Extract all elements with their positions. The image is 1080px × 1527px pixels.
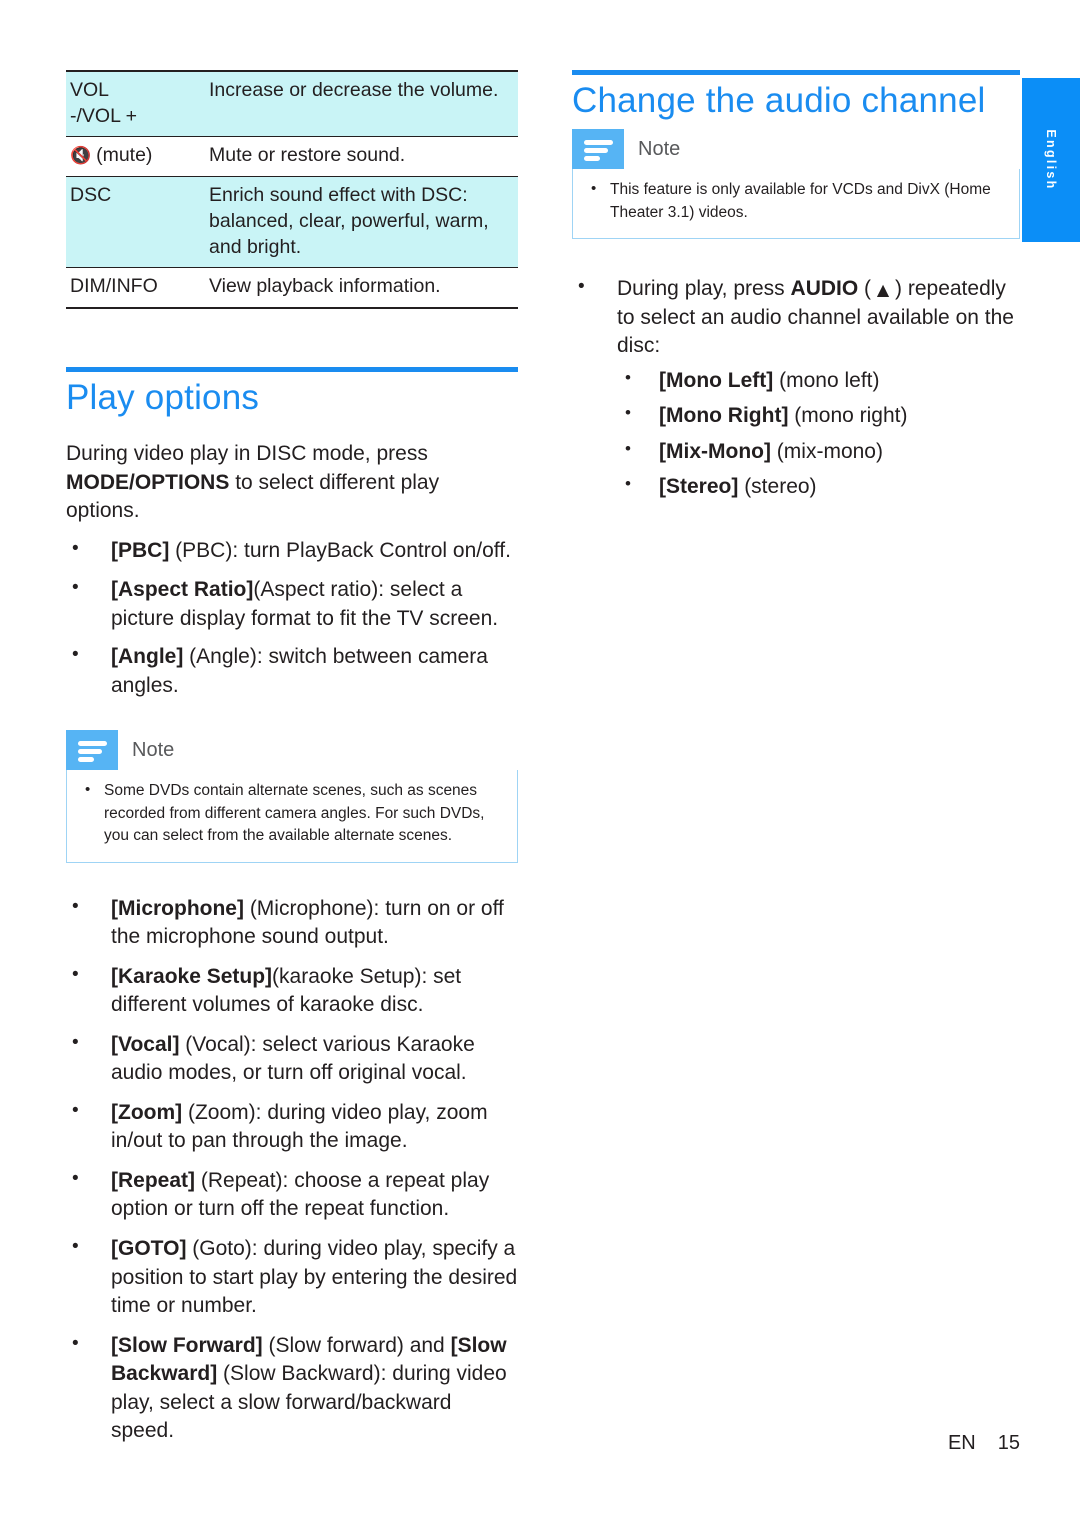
audio-button-label: AUDIO bbox=[790, 277, 859, 301]
list-item: [GOTO] (Goto): during video play, specif… bbox=[66, 1234, 518, 1321]
list-item: [Mono Left] (mono left) bbox=[617, 366, 1020, 396]
option-key: [Mix-Mono] bbox=[659, 439, 771, 463]
section-title: Play options bbox=[66, 378, 260, 418]
mute-speaker-icon: 🔇 bbox=[70, 146, 91, 167]
list-item: Some DVDs contain alternate scenes, such… bbox=[77, 779, 503, 847]
language-tab: English bbox=[1022, 78, 1080, 242]
play-options-section: Play options During video play in DISC m… bbox=[66, 367, 518, 1446]
audio-channel-options: [Mono Left] (mono left) [Mono Right] (mo… bbox=[617, 366, 1020, 502]
list-item: [Mix-Mono] (mix-mono) bbox=[617, 437, 1020, 467]
section-title: Change the audio channel bbox=[572, 81, 986, 120]
audio-channel-section: Change the audio channel Note This featu… bbox=[572, 70, 1020, 502]
list-item: [Aspect Ratio](Aspect ratio): select a p… bbox=[66, 575, 518, 633]
footer-locale: EN bbox=[947, 1432, 976, 1454]
section-rule bbox=[66, 367, 518, 373]
option-key: [Stereo] bbox=[659, 475, 739, 499]
option-key: [Zoom] bbox=[111, 1100, 183, 1124]
play-options-bullets-top: [PBC] (PBC): turn PlayBack Control on/of… bbox=[66, 536, 518, 700]
intro-paragraph: During video play in DISC mode, press MO… bbox=[66, 440, 518, 525]
list-item: During play, press AUDIO ( ▲ ) repeatedl… bbox=[572, 274, 1020, 502]
option-desc: (stereo) bbox=[738, 475, 817, 499]
right-column: Change the audio channel Note This featu… bbox=[572, 70, 1020, 512]
play-options-bullets-bottom: [Microphone] (Microphone): turn on or of… bbox=[66, 894, 518, 1446]
remote-functions-table: VOL -/VOL + Increase or decrease the vol… bbox=[66, 70, 518, 310]
list-item: [Vocal] (Vocal): select various Karaoke … bbox=[66, 1030, 518, 1088]
list-item: [PBC] (PBC): turn PlayBack Control on/of… bbox=[66, 536, 518, 566]
table-row: DIM/INFO View playback information. bbox=[66, 268, 518, 308]
table-cell-key: DIM/INFO bbox=[70, 275, 158, 298]
option-desc: (mix-mono) bbox=[770, 439, 883, 463]
table-row: VOL -/VOL + Increase or decrease the vol… bbox=[66, 71, 518, 138]
option-key: [Angle] bbox=[111, 645, 184, 669]
note-body: This feature is only available for VCDs … bbox=[572, 169, 1020, 240]
note-header: Note bbox=[572, 129, 1020, 170]
manual-page: English VOL -/VOL + Increase or decrease… bbox=[0, 0, 1080, 1527]
option-key: [Mono Right] bbox=[659, 404, 789, 428]
note-box-audio-channel: Note This feature is only available for … bbox=[572, 129, 1020, 240]
option-key: [GOTO] bbox=[111, 1237, 187, 1261]
table-cell-description: Increase or decrease the volume. bbox=[207, 71, 518, 138]
instruction-part-2: ( bbox=[858, 277, 877, 301]
note-lines-icon bbox=[572, 129, 624, 170]
table-cell-description: View playback information. bbox=[209, 275, 441, 298]
section-rule bbox=[572, 70, 1020, 75]
option-key: [Mono Left] bbox=[659, 368, 774, 392]
option-key: [Repeat] bbox=[111, 1168, 196, 1192]
list-item: [Repeat] (Repeat): choose a repeat play … bbox=[66, 1166, 518, 1224]
option-key: [Karaoke Setup] bbox=[111, 964, 273, 988]
key-line-2: -/VOL + bbox=[70, 104, 138, 127]
option-desc: (Slow forward) and bbox=[262, 1333, 451, 1357]
list-item: [Zoom] (Zoom): during video play, zoom i… bbox=[66, 1098, 518, 1156]
note-box-play-options: Note Some DVDs contain alternate scenes,… bbox=[66, 730, 518, 863]
footer-page-number: 15 bbox=[997, 1432, 1020, 1454]
note-list: Some DVDs contain alternate scenes, such… bbox=[77, 779, 503, 847]
option-desc: (mono left) bbox=[773, 368, 880, 392]
table-cell-description: Mute or restore sound. bbox=[207, 136, 518, 178]
intro-part-1: During video play in DISC mode, press bbox=[66, 442, 428, 466]
list-item: [Stereo] (stereo) bbox=[617, 472, 1020, 502]
list-item: [Karaoke Setup](karaoke Setup): set diff… bbox=[66, 962, 518, 1020]
key-label: (mute) bbox=[90, 144, 153, 167]
table-row: DSC Enrich sound effect with DSC: balanc… bbox=[66, 176, 518, 269]
intro-bold-key: MODE/OPTIONS bbox=[66, 470, 230, 494]
option-key: [Slow Forward] bbox=[111, 1333, 263, 1357]
note-header: Note bbox=[66, 730, 518, 771]
option-key: [Aspect Ratio] bbox=[111, 577, 254, 601]
instruction-part-1: During play, press bbox=[617, 277, 791, 301]
table-cell-key: 🔇 (mute) bbox=[66, 136, 207, 178]
table-cell-key: DSC bbox=[66, 176, 207, 269]
list-item: [Slow Forward] (Slow forward) and [Slow … bbox=[66, 1331, 518, 1446]
list-item: This feature is only available for VCDs … bbox=[583, 178, 1005, 224]
note-lines-icon bbox=[66, 730, 118, 771]
table-cell-key: VOL -/VOL + bbox=[66, 71, 207, 138]
note-title: Note bbox=[132, 739, 175, 762]
table-cell-description: Enrich sound effect with DSC: balanced, … bbox=[207, 176, 518, 269]
list-item: [Angle] (Angle): switch between camera a… bbox=[66, 642, 518, 700]
list-item: [Microphone] (Microphone): turn on or of… bbox=[66, 894, 518, 952]
list-item: [Mono Right] (mono right) bbox=[617, 401, 1020, 431]
note-body: Some DVDs contain alternate scenes, such… bbox=[66, 770, 518, 863]
page-footer: EN 15 bbox=[0, 1432, 1020, 1455]
up-triangle-icon: ▲ bbox=[876, 280, 890, 300]
note-list: This feature is only available for VCDs … bbox=[583, 178, 1005, 224]
option-desc: (PBC): turn PlayBack Control on/off. bbox=[169, 539, 511, 563]
option-desc: (mono right) bbox=[788, 404, 908, 428]
option-key: [PBC] bbox=[111, 539, 170, 563]
table-row: 🔇 (mute) Mute or restore sound. bbox=[66, 136, 518, 178]
key-line-1: VOL bbox=[70, 79, 110, 101]
language-tab-label: English bbox=[1044, 129, 1058, 191]
option-key: [Microphone] bbox=[111, 896, 244, 920]
note-title: Note bbox=[638, 138, 681, 161]
option-key: [Vocal] bbox=[111, 1032, 180, 1056]
audio-channel-bullets: During play, press AUDIO ( ▲ ) repeatedl… bbox=[572, 274, 1020, 502]
left-column: VOL -/VOL + Increase or decrease the vol… bbox=[66, 70, 518, 1457]
